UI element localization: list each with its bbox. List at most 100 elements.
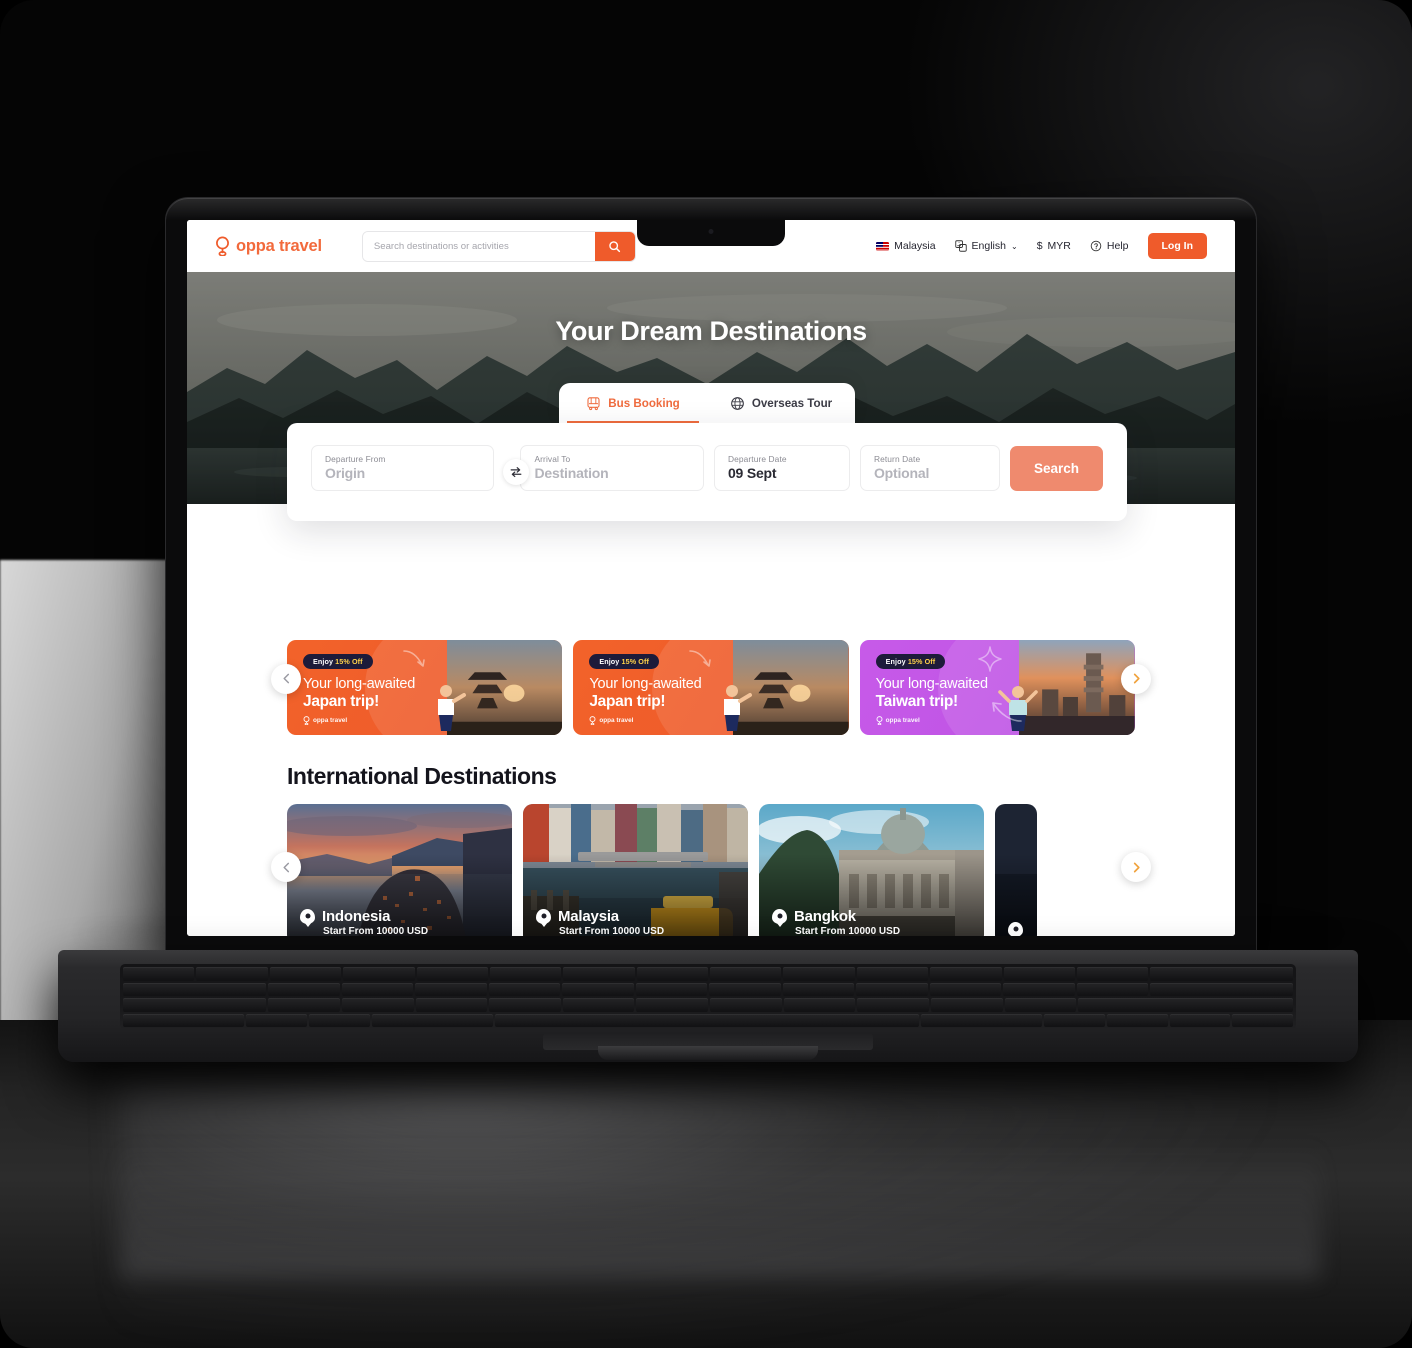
promo-line2: Taiwan trip!	[875, 693, 959, 710]
keyboard-row	[123, 1013, 1293, 1027]
promo-line2: Japan trip!	[303, 693, 379, 710]
location-pin-icon	[772, 909, 787, 924]
promo-line1: Your long-awaited	[875, 676, 988, 692]
promo-card[interactable]: Enjoy 15% Off Your long-awaited Japan tr…	[573, 640, 849, 735]
destination-card[interactable]: Bangkok Start From 10000 USD	[759, 804, 984, 936]
destination-card-peek[interactable]	[995, 804, 1037, 936]
tab-bus-booking[interactable]: Bus Booking	[559, 383, 707, 423]
currency-symbol: $	[1036, 240, 1043, 252]
tab-overseas-tour[interactable]: Overseas Tour	[707, 383, 855, 423]
return-date-value: Optional	[873, 465, 930, 481]
keyboard-row	[123, 967, 1293, 981]
card-info	[1008, 922, 1023, 936]
globe-icon	[730, 397, 744, 410]
departure-date-label: Departure Date	[727, 454, 787, 464]
destination-name-row: Bangkok	[772, 908, 900, 925]
login-button[interactable]: Log In	[1147, 233, 1207, 259]
language-label: English	[971, 240, 1006, 252]
promo-line2: Japan trip!	[589, 693, 666, 710]
header-search[interactable]	[361, 230, 636, 262]
tab-overseas-tour-label: Overseas Tour	[751, 397, 833, 410]
chevron-left-icon	[282, 673, 289, 684]
arrow-doodle-icon	[689, 650, 711, 667]
scene: oppa travel Search destinations or activ…	[0, 0, 1412, 1348]
destination-card[interactable]: Malaysia Start From 10000 USD	[523, 804, 748, 936]
departure-from-field[interactable]: Departure From Origin	[311, 445, 495, 491]
destination-card[interactable]: Indonesia Start From 10000 USD	[287, 804, 512, 936]
promo-card[interactable]: Enjoy 15% Off Your long-awaited Taiwan t…	[859, 640, 1135, 735]
promo-badge-value: 15% Off	[335, 657, 363, 666]
malaysia-flag-icon	[876, 241, 890, 251]
laptop-lid: oppa travel Search destinations or activ…	[166, 198, 1256, 958]
destinations-carousel: Indonesia Start From 10000 USD Malaysia …	[187, 790, 1235, 936]
search-card: Bus Booking Overseas Tour Departure From…	[287, 383, 1127, 521]
promo-badge: Enjoy 15% Off	[875, 654, 946, 669]
bus-icon	[587, 397, 600, 411]
chevron-down-icon: ⌄	[1011, 241, 1018, 251]
search-input[interactable]	[362, 231, 595, 261]
destination-name: Bangkok	[794, 908, 856, 925]
help-link[interactable]: Help	[1090, 240, 1129, 252]
promo-brand-label: oppa travel	[885, 717, 920, 724]
laptop-mockup: oppa travel Search destinations or activ…	[58, 198, 1358, 1118]
location-pin-icon	[300, 909, 315, 924]
promo-badge-prefix: Enjoy	[313, 657, 336, 666]
site-logo[interactable]: oppa travel	[215, 236, 322, 256]
search-form: Departure From Origin Arrival To Destina…	[287, 423, 1127, 521]
destination-price: Start From 10000 USD	[323, 926, 429, 936]
arrival-to-field[interactable]: Arrival To Destination	[520, 445, 704, 491]
destination-name: Indonesia	[322, 908, 391, 925]
screen-notch	[637, 220, 785, 246]
laptop-screen: oppa travel Search destinations or activ…	[187, 220, 1235, 936]
curved-arrow-doodle-icon	[992, 702, 1022, 722]
promo-badge-prefix: Enjoy	[885, 657, 908, 666]
search-button[interactable]: Search	[1009, 445, 1103, 491]
page-title: Your Dream Destinations	[555, 316, 867, 346]
promo-badge-prefix: Enjoy	[599, 657, 622, 666]
keyboard-row	[123, 982, 1293, 996]
departure-date-field[interactable]: Departure Date 09 Sept	[713, 445, 850, 491]
traveler-illustration	[724, 685, 753, 731]
return-date-field[interactable]: Return Date Optional	[859, 445, 1000, 491]
chevron-right-icon	[1133, 673, 1140, 684]
chevron-right-icon	[1133, 862, 1140, 872]
swap-locations-button[interactable]	[503, 459, 529, 485]
header-actions: Malaysia English ⌄ $ MYR Help Log In	[876, 233, 1207, 259]
destination-price: Start From 10000 USD	[795, 926, 901, 936]
destinations-prev-button[interactable]	[271, 852, 301, 882]
destination-name: Malaysia	[558, 908, 619, 925]
promo-carousel: Enjoy 15% Off Your long-awaited Japan tr…	[187, 622, 1235, 735]
destination-name-row	[1008, 922, 1023, 936]
webpage: oppa travel Search destinations or activ…	[187, 220, 1235, 936]
language-selector[interactable]: English ⌄	[954, 240, 1018, 252]
promo-card[interactable]: Enjoy 15% Off Your long-awaited Japan tr…	[287, 640, 563, 735]
arrow-doodle-icon	[402, 650, 425, 667]
laptop-reflection	[120, 1118, 1320, 1278]
country-selector[interactable]: Malaysia	[876, 240, 936, 252]
promo-prev-button[interactable]	[271, 663, 301, 694]
promo-line1: Your long-awaited	[303, 676, 416, 692]
swap-arrows-icon	[510, 467, 522, 478]
return-date-label: Return Date	[873, 454, 921, 464]
promo-next-button[interactable]	[1121, 663, 1151, 694]
departure-date-value: 09 Sept	[727, 465, 777, 481]
laptop-base	[58, 950, 1358, 1062]
destinations-next-button[interactable]	[1121, 852, 1151, 882]
keyboard-row	[123, 998, 1293, 1012]
tab-bus-booking-label: Bus Booking	[608, 397, 680, 410]
location-pin-icon	[1008, 922, 1023, 936]
promo-brand-label: oppa travel	[313, 717, 348, 724]
help-label: Help	[1106, 240, 1129, 252]
destination-name-row: Indonesia	[300, 908, 428, 925]
arrival-to-value: Destination	[534, 465, 609, 481]
search-submit-button[interactable]	[594, 231, 635, 261]
location-pin-icon	[536, 909, 551, 924]
translate-icon	[954, 240, 967, 252]
currency-selector[interactable]: $ MYR	[1037, 240, 1071, 252]
camera-icon	[708, 229, 714, 234]
currency-label: MYR	[1047, 240, 1071, 252]
balloon-pin-icon	[303, 716, 310, 725]
promo-badge-value: 15% Off	[907, 657, 936, 666]
keyboard	[120, 964, 1296, 1030]
country-label: Malaysia	[894, 240, 936, 252]
